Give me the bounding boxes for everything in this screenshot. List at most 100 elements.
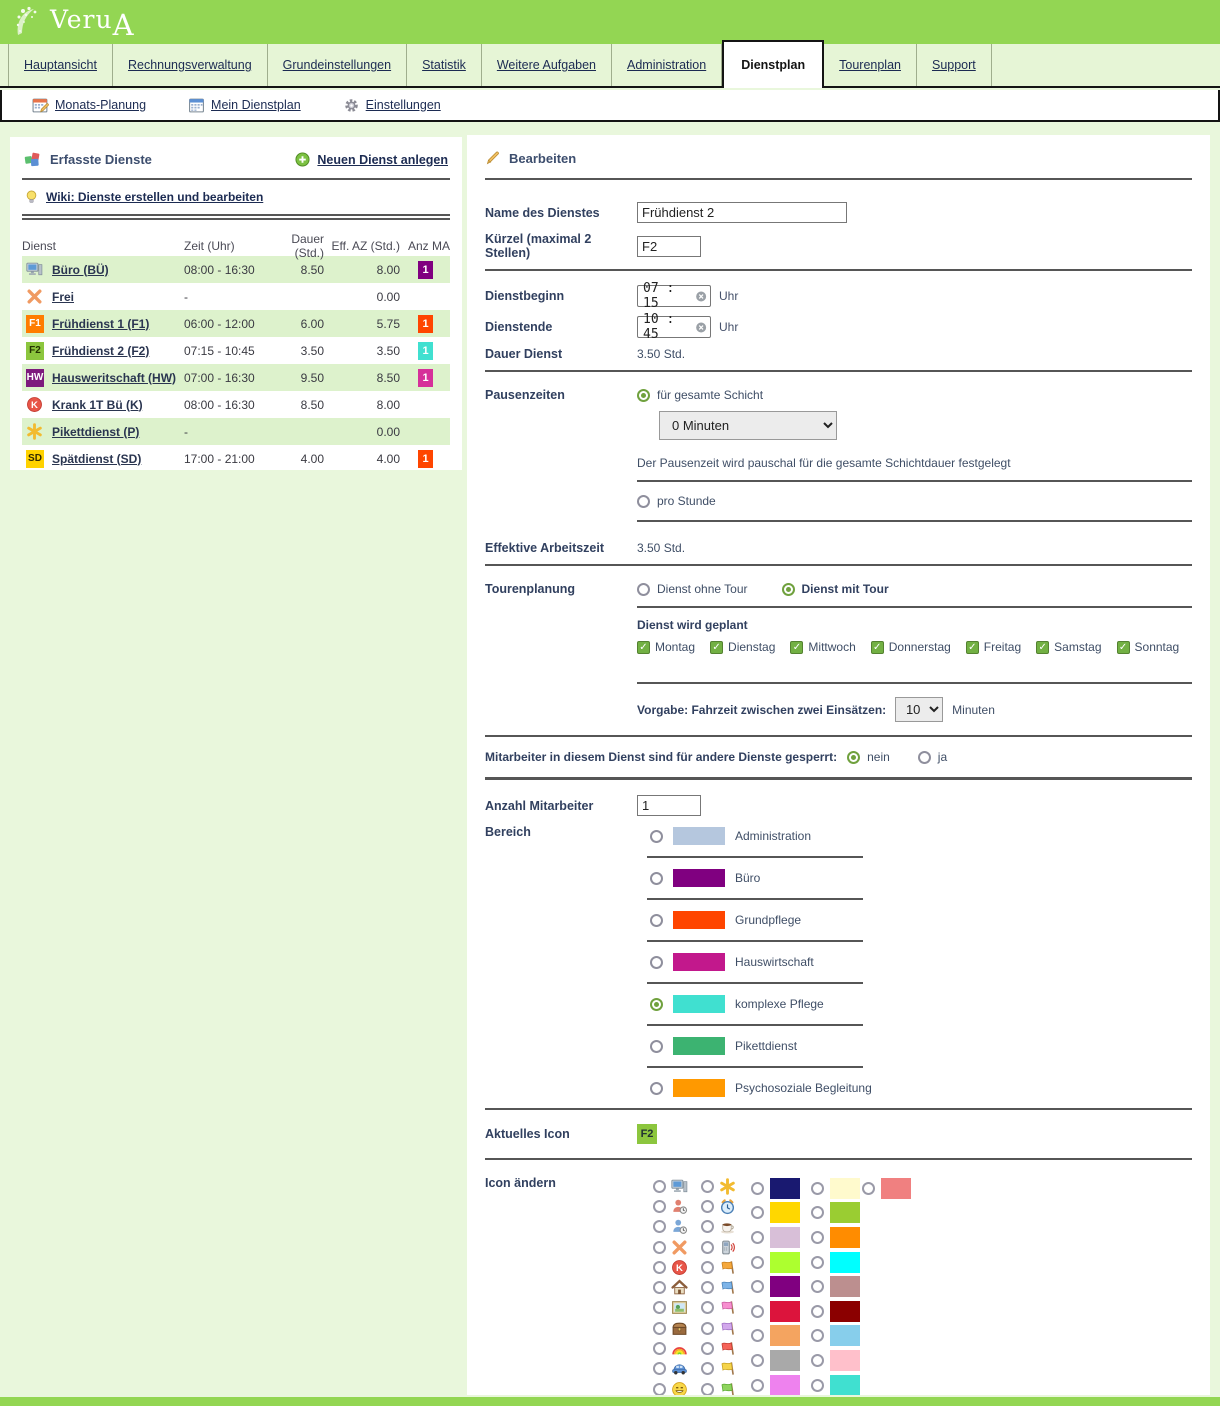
icon-radio[interactable] — [701, 1281, 714, 1294]
service-name-link[interactable]: Krank 1T Bü (K) — [52, 398, 184, 412]
icon-radio[interactable] — [653, 1301, 666, 1314]
weekday-checkbox[interactable]: ✓ — [1036, 641, 1049, 654]
icon-radio[interactable] — [701, 1220, 714, 1233]
icon-radio[interactable] — [653, 1322, 666, 1335]
icon-radio[interactable] — [653, 1342, 666, 1355]
color-radio[interactable] — [811, 1231, 824, 1244]
subnav-item-mein-dienstplan[interactable]: Mein Dienstplan — [188, 97, 301, 114]
sperr-yes-radio[interactable] — [918, 751, 931, 764]
wiki-link[interactable]: Wiki: Dienste erstellen und bearbeiten — [46, 190, 263, 204]
tab-dienstplan[interactable]: Dienstplan — [722, 40, 824, 88]
tab-weitere-aufgaben[interactable]: Weitere Aufgaben — [482, 44, 612, 86]
color-radio[interactable] — [751, 1379, 764, 1392]
icon-radio[interactable] — [653, 1362, 666, 1375]
color-radio[interactable] — [751, 1305, 764, 1318]
tab-label: Hauptansicht — [24, 58, 97, 72]
service-name-link[interactable]: Spätdienst (SD) — [52, 452, 184, 466]
icon-radio[interactable] — [653, 1241, 666, 1254]
fahrzeit-select[interactable]: 10 — [895, 697, 943, 722]
subnav-item-monats-planung[interactable]: Monats-Planung — [32, 97, 146, 114]
weekday-checkbox[interactable]: ✓ — [1117, 641, 1130, 654]
weekday-checkbox[interactable]: ✓ — [710, 641, 723, 654]
icon-radio[interactable] — [701, 1241, 714, 1254]
pause-hour-radio[interactable] — [637, 495, 650, 508]
bereich-radio[interactable] — [650, 998, 663, 1011]
icon-radio[interactable] — [653, 1261, 666, 1274]
color-radio[interactable] — [751, 1329, 764, 1342]
icon-radio[interactable] — [701, 1180, 714, 1193]
color-radio[interactable] — [811, 1256, 824, 1269]
person-red-icon — [671, 1198, 688, 1215]
color-radio[interactable] — [811, 1329, 824, 1342]
icon-radio[interactable] — [653, 1180, 666, 1193]
tab-administration[interactable]: Administration — [612, 44, 722, 86]
bereich-radio[interactable] — [650, 830, 663, 843]
color-radio[interactable] — [751, 1256, 764, 1269]
weekday-checkbox[interactable]: ✓ — [637, 641, 650, 654]
anzahl-input[interactable] — [637, 795, 701, 816]
service-name-link[interactable]: Frühdienst 1 (F1) — [52, 317, 184, 331]
color-radio[interactable] — [751, 1231, 764, 1244]
tour-with-radio[interactable] — [782, 583, 795, 596]
color-radio[interactable] — [751, 1182, 764, 1195]
clear-time-icon[interactable] — [695, 321, 707, 334]
icon-radio[interactable] — [701, 1322, 714, 1335]
tour-without-radio[interactable] — [637, 583, 650, 596]
icon-radio[interactable] — [653, 1281, 666, 1294]
weekday-mittwoch: ✓Mittwoch — [790, 640, 855, 654]
sperr-no-radio[interactable] — [847, 751, 860, 764]
icon-radio[interactable] — [701, 1342, 714, 1355]
color-radio[interactable] — [751, 1206, 764, 1219]
icon-radio[interactable] — [653, 1200, 666, 1213]
pause-shift-radio[interactable] — [637, 389, 650, 402]
tab-support[interactable]: Support — [917, 44, 992, 86]
current-icon-label: Aktuelles Icon — [485, 1127, 637, 1141]
bereich-radio[interactable] — [650, 914, 663, 927]
color-radio[interactable] — [811, 1305, 824, 1318]
color-radio[interactable] — [751, 1280, 764, 1293]
bereich-radio[interactable] — [650, 872, 663, 885]
clear-time-icon[interactable] — [695, 290, 707, 303]
color-radio[interactable] — [811, 1354, 824, 1367]
tab-rechnungsverwaltung[interactable]: Rechnungsverwaltung — [113, 44, 268, 86]
uhr-suffix: Uhr — [719, 289, 738, 303]
tab-grundeinstellungen[interactable]: Grundeinstellungen — [268, 44, 407, 86]
color-radio[interactable] — [811, 1280, 824, 1293]
weekday-checkbox[interactable]: ✓ — [790, 641, 803, 654]
weekday-checkbox[interactable]: ✓ — [966, 641, 979, 654]
pause-minutes-select[interactable]: 0 Minuten — [659, 411, 837, 440]
icon-radio[interactable] — [653, 1220, 666, 1233]
service-name-link[interactable]: Frei — [52, 290, 184, 304]
subnav-item-einstellungen[interactable]: Einstellungen — [343, 97, 441, 114]
icon-radio[interactable] — [701, 1301, 714, 1314]
color-swatch — [830, 1375, 860, 1395]
service-name-input[interactable] — [637, 202, 847, 223]
service-name-link[interactable]: Büro (BÜ) — [52, 263, 184, 277]
tab-hauptansicht[interactable]: Hauptansicht — [8, 44, 113, 86]
service-name-link[interactable]: Frühdienst 2 (F2) — [52, 344, 184, 358]
kurzel-input[interactable] — [637, 236, 701, 257]
color-radio[interactable] — [811, 1206, 824, 1219]
icon-radio[interactable] — [701, 1362, 714, 1375]
tab-statistik[interactable]: Statistik — [407, 44, 482, 86]
color-radio[interactable] — [862, 1182, 875, 1195]
icon-radio[interactable] — [701, 1261, 714, 1274]
bereich-radio[interactable] — [650, 956, 663, 969]
icon-radio[interactable] — [701, 1200, 714, 1213]
service-name-link[interactable]: Hausweritschaft (HW) — [52, 371, 184, 385]
flag-yellow-icon — [719, 1360, 736, 1377]
color-radio[interactable] — [811, 1182, 824, 1195]
bereich-radio[interactable] — [650, 1040, 663, 1053]
end-time-input[interactable]: 10 : 45 — [637, 316, 711, 338]
tab-tourenplan[interactable]: Tourenplan — [824, 44, 917, 86]
color-radio[interactable] — [811, 1379, 824, 1392]
color-radio[interactable] — [751, 1354, 764, 1367]
bereich-radio[interactable] — [650, 1082, 663, 1095]
icon-radio[interactable] — [701, 1383, 714, 1395]
icon-radio[interactable] — [653, 1383, 666, 1395]
begin-time-input[interactable]: 07 : 15 — [637, 285, 711, 307]
new-service-link[interactable]: Neuen Dienst anlegen — [317, 153, 448, 167]
weekday-checkbox[interactable]: ✓ — [871, 641, 884, 654]
service-name-link[interactable]: Pikettdienst (P) — [52, 425, 184, 439]
weekday-sonntag: ✓Sonntag — [1117, 640, 1180, 654]
